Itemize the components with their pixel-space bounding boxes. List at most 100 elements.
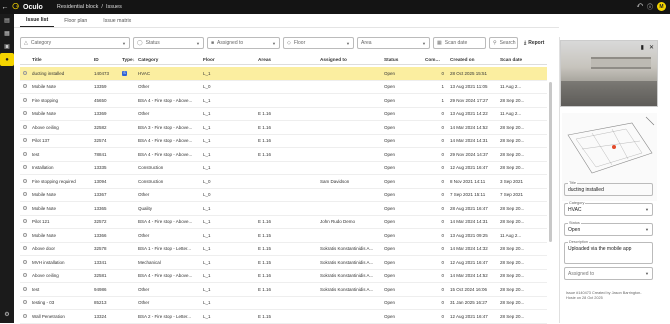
cell-category: Construction xyxy=(138,178,164,184)
area-filter[interactable]: Area ▼ xyxy=(357,37,430,49)
scan-date-filter[interactable]: ▦ Scan date xyxy=(433,37,486,49)
settings-icon[interactable]: ⚙ xyxy=(0,308,14,321)
table-row[interactable]: Above door 32578 BSA 1 - Fire stop - Lette… xyxy=(20,243,547,256)
avatar[interactable]: M xyxy=(657,2,666,11)
cell-comments: 0 xyxy=(441,273,444,279)
table-row[interactable]: Fire stopping 45650 BSA 4 - Fire stop - Ab… xyxy=(20,94,547,108)
col-id[interactable]: ID xyxy=(94,57,122,62)
status-select[interactable]: Status Open ▼ xyxy=(564,221,653,236)
table-row[interactable]: Mobile Note 13359 Other L_0 Open 1 13 Aug 2021… xyxy=(20,81,547,94)
table-row[interactable]: Above ceiling 32582 BSA 3 - Fire stop - Ab… xyxy=(20,121,547,135)
view-tabs: Issue list Floor plan Issue matrix xyxy=(14,14,559,28)
table-row[interactable]: Wall Penetration 13324 BSA 2 - Fire stop -… xyxy=(20,310,547,324)
col-comments[interactable]: Comments xyxy=(425,57,450,62)
row-radio[interactable] xyxy=(20,192,30,197)
table-row[interactable]: Above ceiling 32581 BSA 4 - Fire stop - Ab… xyxy=(20,270,547,283)
assigned-to-filter[interactable]: ■ Assigned to ▼ xyxy=(207,37,280,49)
table-row[interactable]: test 78841 BSA 4 - Fire stop - Above... L_1… xyxy=(20,148,547,162)
issues-icon[interactable]: ● xyxy=(0,53,14,66)
row-radio[interactable] xyxy=(20,84,30,89)
table-row[interactable]: Mobile Note 13365 Quality L_1 Open 0 28 Aug 20… xyxy=(20,202,547,216)
floor-filter[interactable]: ◇ Floor ▼ xyxy=(283,37,354,49)
col-areas[interactable]: Areas xyxy=(258,57,320,62)
close-icon[interactable]: ✕ xyxy=(649,44,654,51)
col-scan-date[interactable]: Scan date xyxy=(500,57,542,62)
col-floor[interactable]: Floor xyxy=(203,57,258,62)
cell-status: Open xyxy=(384,138,396,144)
col-created-on[interactable]: Created on xyxy=(450,57,500,62)
table-scrollbar[interactable] xyxy=(549,82,552,242)
delete-icon[interactable]: ▮ xyxy=(641,44,644,51)
status-filter[interactable]: ◯ Status ▼ xyxy=(133,37,204,49)
row-radio[interactable] xyxy=(20,246,30,251)
col-title[interactable]: Title xyxy=(30,57,94,62)
row-radio[interactable] xyxy=(20,178,30,184)
cell-title: MVH installation xyxy=(32,259,65,265)
cell-category: Other xyxy=(138,300,150,306)
breadcrumb-project[interactable]: Residential block xyxy=(57,4,99,10)
scans-icon[interactable]: ▦ xyxy=(0,27,14,40)
share-icon[interactable]: ⤺ xyxy=(637,3,643,10)
title-field[interactable]: Title ducting installed xyxy=(564,181,653,196)
back-arrow-icon[interactable]: ← xyxy=(0,4,10,11)
table-row[interactable]: Mobile Note 13367 Other L_0 Open 0 7 Sep 2021 … xyxy=(20,189,547,202)
table-row[interactable]: Pilot 137 32574 BSA 4 - Fire stop - Above.… xyxy=(20,135,547,148)
col-status[interactable]: Status xyxy=(384,57,425,62)
table-row[interactable]: Pilot 121 32572 BSA 4 - Fire stop - Above.… xyxy=(20,216,547,229)
cell-scan-date: 11 Aug 2... xyxy=(500,84,522,90)
table-row[interactable]: test 94986 Other L_1 E 1.16 Sokratis Konstant… xyxy=(20,283,547,297)
cell-floor: L_1 xyxy=(203,286,211,292)
table-row[interactable]: testing - 03 85213 Other L_1 Open 0 31 Jan 202… xyxy=(20,297,547,310)
tab-floor-plan[interactable]: Floor plan xyxy=(58,18,93,27)
row-radio[interactable] xyxy=(20,259,30,265)
table-row[interactable]: Installation 13335 Construction L_1 Open 0 12 … xyxy=(20,162,547,175)
row-radio[interactable] xyxy=(20,300,30,305)
category-filter[interactable]: △ Category ▼ xyxy=(20,37,130,49)
cell-assigned-to: Sokratis Konstantinidis A... xyxy=(320,259,374,265)
person-icon: ■ xyxy=(211,40,215,46)
row-radio[interactable] xyxy=(20,286,30,292)
radio-icon xyxy=(23,178,27,183)
table-row[interactable]: ducting installed 140473 S HVAC L_1 Open 0 28 O… xyxy=(20,67,547,81)
app-logo[interactable]: ⚆ Oculo xyxy=(12,3,43,11)
issue-detail-panel: ▮ ✕ Title ducting installed Category HVA… xyxy=(559,37,663,323)
assigned-to-select[interactable]: Assigned to ▼ xyxy=(564,267,653,280)
dashboard-icon[interactable]: ▤ xyxy=(0,14,14,27)
row-radio[interactable] xyxy=(20,219,30,224)
col-type[interactable]: Type↓ xyxy=(122,57,138,62)
tab-issue-matrix[interactable]: Issue matrix xyxy=(97,18,137,27)
row-radio[interactable] xyxy=(20,205,30,211)
cell-floor: L_1 xyxy=(203,111,211,117)
download-icon: ⤓ xyxy=(524,40,527,46)
row-radio[interactable] xyxy=(20,273,30,278)
row-radio[interactable] xyxy=(20,97,30,103)
row-radio[interactable] xyxy=(20,124,30,130)
search-input[interactable]: ⚲ Search xyxy=(489,37,518,49)
help-icon[interactable]: ⓘ xyxy=(647,2,653,11)
row-radio[interactable] xyxy=(20,313,30,319)
row-radio[interactable] xyxy=(20,138,30,143)
description-field[interactable]: Description Uploaded via the mobile app xyxy=(564,240,653,264)
files-icon[interactable]: ▣ xyxy=(0,40,14,53)
cell-id: 13341 xyxy=(94,259,107,265)
row-radio[interactable] xyxy=(20,70,30,76)
cell-id: 140473 xyxy=(94,70,110,76)
issue-photo[interactable]: ▮ ✕ xyxy=(560,40,658,107)
table-row[interactable]: Mobile Note 13366 Other L_1 E 1.15 Open 0 13 Au… xyxy=(20,229,547,243)
row-radio[interactable] xyxy=(20,232,30,238)
col-category[interactable]: Category xyxy=(138,57,203,62)
cell-floor: L_1 xyxy=(203,151,211,157)
row-radio[interactable] xyxy=(20,165,30,170)
row-radio[interactable] xyxy=(20,111,30,116)
table-row[interactable]: MVH installation 13341 Mechanical L_1 E 1.15… xyxy=(20,256,547,270)
cell-floor: L_1 xyxy=(203,300,211,306)
category-select[interactable]: Category HVAC ▼ xyxy=(564,201,653,216)
category-filter-label: Category xyxy=(30,40,52,46)
col-assigned-to[interactable]: Assigned to xyxy=(320,57,384,62)
row-radio[interactable] xyxy=(20,151,30,157)
table-row[interactable]: Fire stopping required 13094 Construction L… xyxy=(20,175,547,189)
tab-issue-list[interactable]: Issue list xyxy=(20,17,55,27)
table-row[interactable]: Mobile Note 13369 Other L_1 E 1.16 Open 0 13 Au… xyxy=(20,108,547,121)
report-button[interactable]: ⤓ Report xyxy=(521,37,544,49)
cell-created-on: 12 Aug 2021 16:47 xyxy=(450,165,488,171)
